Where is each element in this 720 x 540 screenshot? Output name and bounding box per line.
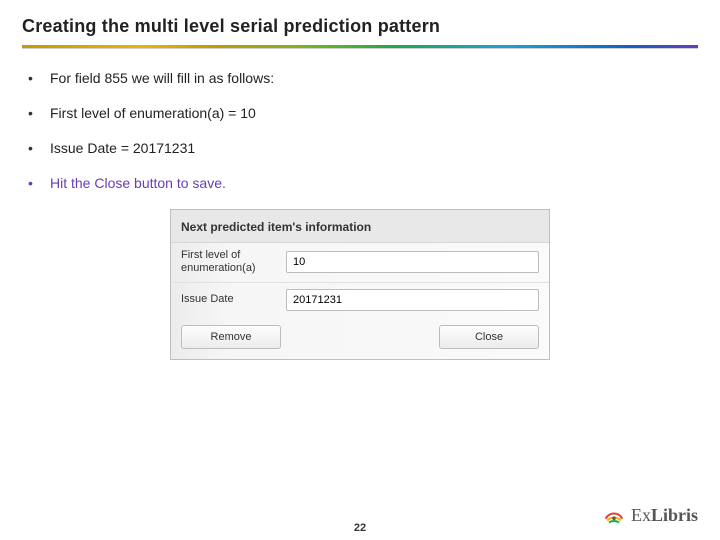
row-issue-date: Issue Date	[171, 282, 549, 317]
screenshot-figure: Next predicted item's information First …	[170, 209, 550, 361]
exlibris-logo: ExLibris	[603, 504, 698, 526]
exlibris-logo-icon	[603, 504, 625, 526]
close-button[interactable]: Close	[439, 325, 539, 349]
remove-button[interactable]: Remove	[181, 325, 281, 349]
bullet-item: Issue Date = 20171231	[22, 139, 698, 158]
panel-heading: Next predicted item's information	[171, 210, 549, 243]
exlibris-logo-text: ExLibris	[631, 505, 698, 526]
row-value-cell	[286, 289, 539, 311]
bullet-list: For field 855 we will fill in as follows…	[22, 69, 698, 193]
bullet-item: Hit the Close button to save.	[22, 174, 698, 193]
bullet-item: First level of enumeration(a) = 10	[22, 104, 698, 123]
row-first-level-enum: First level of enumeration(a)	[171, 243, 549, 283]
title-underline	[22, 45, 698, 49]
bullet-item: For field 855 we will fill in as follows…	[22, 69, 698, 88]
predicted-item-panel: Next predicted item's information First …	[170, 209, 550, 361]
row-label: First level of enumeration(a)	[181, 249, 276, 277]
row-label: Issue Date	[181, 293, 276, 307]
slide: Creating the multi level serial predicti…	[0, 0, 720, 540]
page-title: Creating the multi level serial predicti…	[22, 16, 698, 37]
panel-button-row: Remove Close	[171, 317, 549, 359]
issue-date-input[interactable]	[286, 289, 539, 311]
row-value-cell	[286, 251, 539, 273]
first-level-enum-input[interactable]	[286, 251, 539, 273]
